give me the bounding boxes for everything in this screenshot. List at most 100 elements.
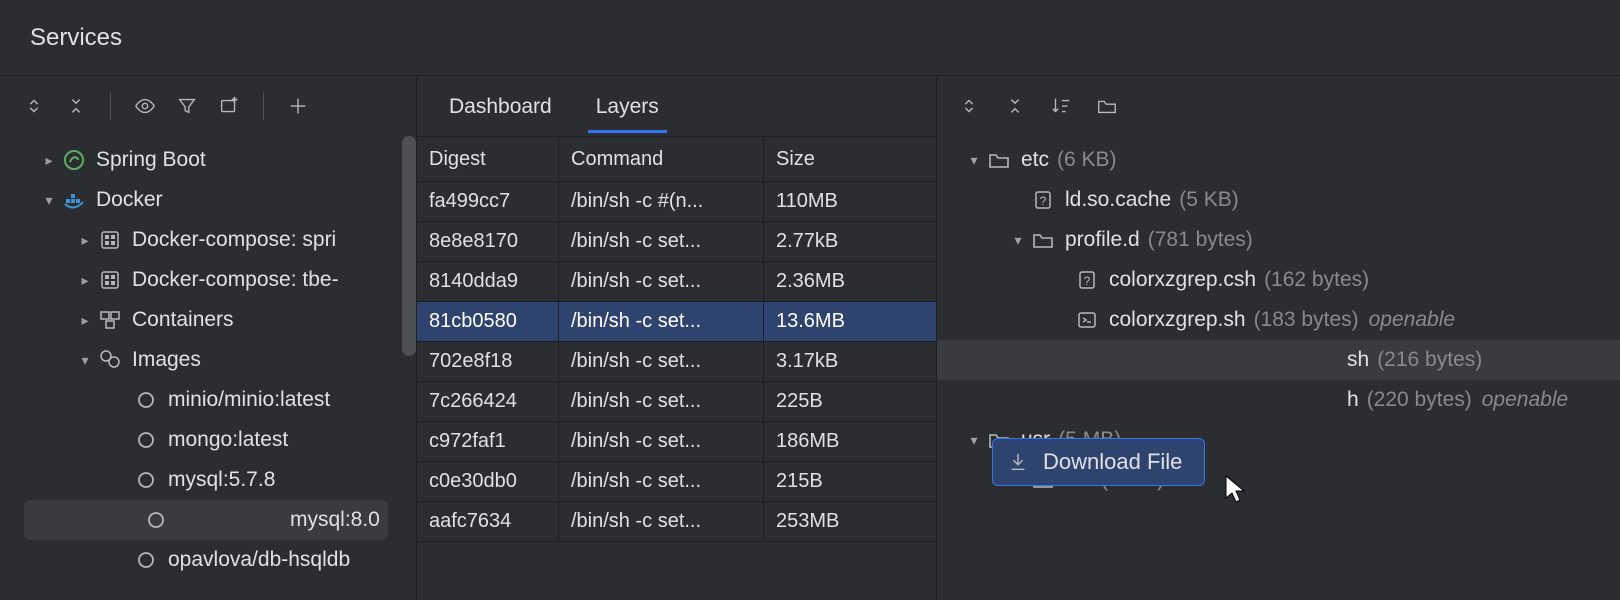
folder-icon[interactable] xyxy=(1093,92,1121,120)
tree-label: Docker xyxy=(96,188,163,212)
expand-all-icon[interactable] xyxy=(955,92,983,120)
tree-item[interactable]: mysql:8.0 xyxy=(24,500,388,540)
tree-item[interactable]: ▸Containers xyxy=(0,300,416,340)
view-mode-icon[interactable] xyxy=(131,92,159,120)
files-toolbar xyxy=(937,76,1620,136)
file-size: (5 KB) xyxy=(1179,188,1239,212)
divider xyxy=(263,92,264,120)
col-digest[interactable]: Digest xyxy=(417,137,559,181)
tree-item[interactable]: minio/minio:latest xyxy=(0,380,416,420)
file-label: h xyxy=(1347,388,1359,412)
expand-all-icon[interactable] xyxy=(20,92,48,120)
layer-files-panel: ▾etc(6 KB)?ld.so.cache(5 KB)▾profile.d(7… xyxy=(937,76,1620,600)
file-item[interactable]: h(220 bytes)openable xyxy=(937,380,1620,420)
tree-label: opavlova/db-hsqldb xyxy=(168,548,350,572)
tree-item[interactable]: mysql:5.7.8 xyxy=(0,460,416,500)
tree-item[interactable]: mongo:latest xyxy=(0,420,416,460)
file-item[interactable]: sh(216 bytes) xyxy=(937,340,1620,380)
cell-size: 2.77kB xyxy=(764,222,936,261)
file-tree[interactable]: ▾etc(6 KB)?ld.so.cache(5 KB)▾profile.d(7… xyxy=(937,136,1620,600)
services-tree[interactable]: ▸Spring Boot▾Docker▸Docker-compose: spri… xyxy=(0,136,416,600)
cell-command: /bin/sh -c set... xyxy=(559,262,764,301)
tree-item[interactable]: opavlova/db-hsqldb xyxy=(0,540,416,580)
cell-digest: 702e8f18 xyxy=(417,342,559,381)
scrollbar-thumb[interactable] xyxy=(402,136,416,356)
layer-row[interactable]: 702e8f18/bin/sh -c set...3.17kB xyxy=(417,342,936,382)
cell-size: 110MB xyxy=(764,182,936,221)
openable-hint: openable xyxy=(1369,308,1455,332)
file-label: ld.so.cache xyxy=(1065,188,1171,212)
cell-command: /bin/sh -c set... xyxy=(559,462,764,501)
tree-item[interactable]: ▾Docker xyxy=(0,180,416,220)
cell-digest: aafc7634 xyxy=(417,502,559,541)
file-item[interactable]: ? colorxzgrep.csh (162 bytes) xyxy=(937,260,1620,300)
add-icon[interactable] xyxy=(284,92,312,120)
tree-item[interactable]: ▸Docker-compose: spri xyxy=(0,220,416,260)
file-size: (162 bytes) xyxy=(1264,268,1369,292)
tree-label: Images xyxy=(132,348,201,372)
file-label: colorxzgrep.sh xyxy=(1109,308,1246,332)
download-file-popup[interactable]: Download File xyxy=(992,438,1205,486)
file-item[interactable]: ▾profile.d(781 bytes) xyxy=(937,220,1620,260)
col-command[interactable]: Command xyxy=(559,137,764,181)
file-size: (183 bytes) xyxy=(1254,308,1359,332)
cell-size: 215B xyxy=(764,462,936,501)
sort-icon[interactable] xyxy=(1047,92,1075,120)
col-size[interactable]: Size xyxy=(764,137,936,181)
tree-label: mongo:latest xyxy=(168,428,288,452)
tree-toolbar xyxy=(0,76,416,136)
cell-digest: c0e30db0 xyxy=(417,462,559,501)
mouse-cursor xyxy=(1224,474,1248,504)
tree-item[interactable]: ▾Images xyxy=(0,340,416,380)
file-size: (781 bytes) xyxy=(1148,228,1253,252)
cell-digest: 8140dda9 xyxy=(417,262,559,301)
layer-row[interactable]: 8e8e8170/bin/sh -c set...2.77kB xyxy=(417,222,936,262)
file-label: colorxzgrep.csh xyxy=(1109,268,1256,292)
svg-text:?: ? xyxy=(1084,274,1091,288)
tree-label: Spring Boot xyxy=(96,148,206,172)
file-item[interactable]: ? ld.so.cache (5 KB) xyxy=(937,180,1620,220)
cell-digest: 81cb0580 xyxy=(417,302,559,341)
tab-dashboard[interactable]: Dashboard xyxy=(427,79,574,133)
tree-item[interactable]: ▸Docker-compose: tbe- xyxy=(0,260,416,300)
cell-size: 3.17kB xyxy=(764,342,936,381)
layer-row[interactable]: c972faf1/bin/sh -c set...186MB xyxy=(417,422,936,462)
file-size: (220 bytes) xyxy=(1367,388,1472,412)
tab-layers[interactable]: Layers xyxy=(574,79,681,133)
collapse-all-icon[interactable] xyxy=(1001,92,1029,120)
tree-label: mysql:8.0 xyxy=(178,508,380,532)
file-size: (6 KB) xyxy=(1057,148,1117,172)
layers-panel: DashboardLayers DigestCommandSizefa499cc… xyxy=(417,76,937,600)
download-icon xyxy=(1007,451,1029,473)
tree-label: Docker-compose: tbe- xyxy=(132,268,339,292)
file-item[interactable]: ▾etc(6 KB) xyxy=(937,140,1620,180)
cell-command: /bin/sh -c #(n... xyxy=(559,182,764,221)
cell-command: /bin/sh -c set... xyxy=(559,222,764,261)
layer-row[interactable]: c0e30db0/bin/sh -c set...215B xyxy=(417,462,936,502)
tabs: DashboardLayers xyxy=(417,76,936,136)
cell-size: 2.36MB xyxy=(764,262,936,301)
layer-row[interactable]: 7c266424/bin/sh -c set...225B xyxy=(417,382,936,422)
layers-table: DigestCommandSizefa499cc7/bin/sh -c #(n.… xyxy=(417,136,936,600)
cell-command: /bin/sh -c set... xyxy=(559,302,764,341)
layer-row[interactable]: 81cb0580/bin/sh -c set...13.6MB xyxy=(417,302,936,342)
file-label: sh xyxy=(1347,348,1369,372)
cell-size: 186MB xyxy=(764,422,936,461)
layer-row[interactable]: 8140dda9/bin/sh -c set...2.36MB xyxy=(417,262,936,302)
tree-label: Docker-compose: spri xyxy=(132,228,336,252)
cell-digest: c972faf1 xyxy=(417,422,559,461)
cell-digest: 8e8e8170 xyxy=(417,222,559,261)
layer-row[interactable]: fa499cc7/bin/sh -c #(n...110MB xyxy=(417,182,936,222)
file-item[interactable]: colorxzgrep.sh (183 bytes) openable xyxy=(937,300,1620,340)
file-label: etc xyxy=(1021,148,1049,172)
divider xyxy=(110,92,111,120)
new-window-icon[interactable] xyxy=(215,92,243,120)
layer-row[interactable]: aafc7634/bin/sh -c set...253MB xyxy=(417,502,936,542)
tree-label: Containers xyxy=(132,308,234,332)
svg-text:?: ? xyxy=(1040,194,1047,208)
collapse-all-icon[interactable] xyxy=(62,92,90,120)
tree-label: minio/minio:latest xyxy=(168,388,330,412)
tree-item[interactable]: ▸Spring Boot xyxy=(0,140,416,180)
table-header: DigestCommandSize xyxy=(417,136,936,182)
filter-icon[interactable] xyxy=(173,92,201,120)
